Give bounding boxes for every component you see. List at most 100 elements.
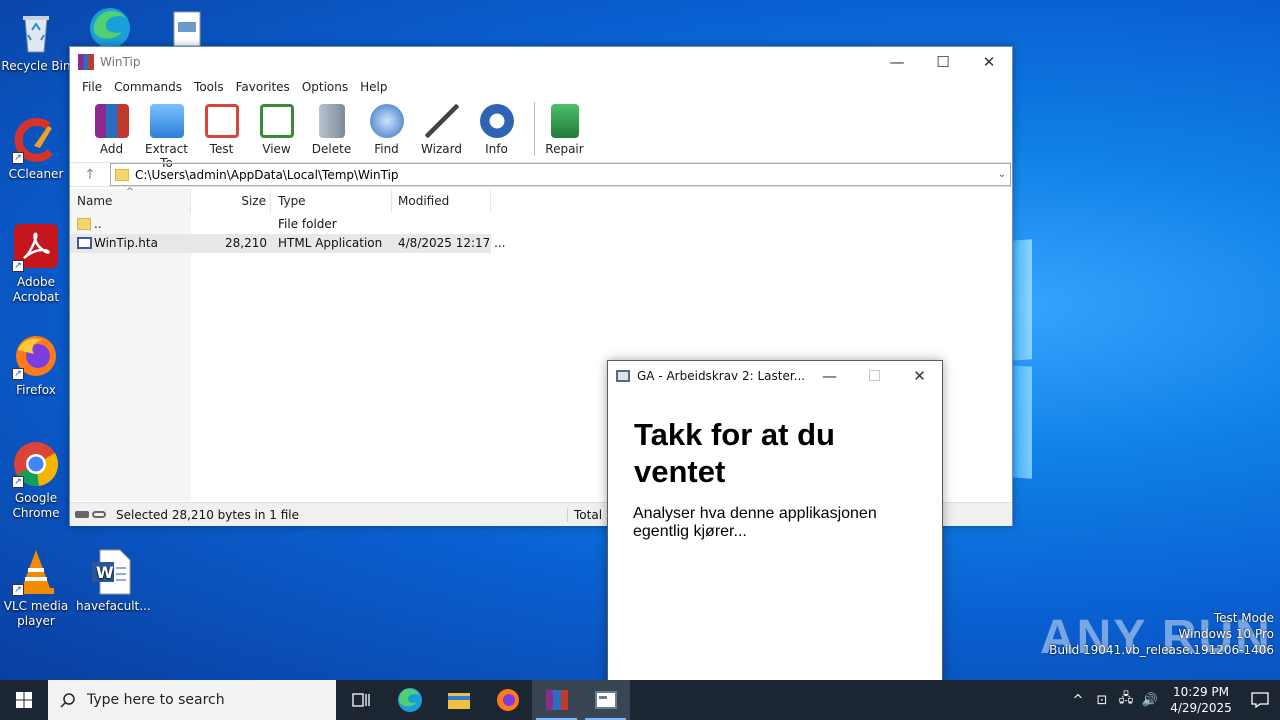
extract-folder-icon (149, 104, 184, 138)
desktop-icon-label: Adobe Acrobat (12, 275, 60, 304)
chevron-down-icon[interactable]: ⌄ (994, 169, 1010, 180)
task-view-icon (351, 693, 370, 707)
file-size: 28,210 (225, 236, 267, 250)
taskbar-winrar[interactable] (532, 680, 581, 720)
clock-date: 4/29/2025 (1170, 701, 1232, 715)
winrar-app-icon (78, 53, 94, 70)
column-header-label: Type (278, 194, 306, 208)
shortcut-arrow-icon: ↗ (12, 368, 24, 380)
desktop-icon-recycle-bin[interactable]: Recycle Bin (0, 8, 72, 74)
chevron-up-icon[interactable]: ^ (1066, 693, 1090, 708)
path-field[interactable]: C:\Users\admin\AppData\Local\Temp\WinTip… (110, 163, 1011, 186)
popup-titlebar[interactable]: GA - Arbeidskrav 2: Laster... — ☐ ✕ (608, 361, 942, 391)
column-header-modified[interactable]: Modified (392, 189, 491, 213)
firefox-icon: ↗ (12, 332, 60, 380)
menu-favorites[interactable]: Favorites (230, 80, 296, 94)
acrobat-icon: ↗ (12, 224, 60, 272)
column-header-label: Size (241, 194, 266, 208)
add-archive-icon (94, 104, 129, 138)
shortcut-arrow-icon: ↗ (12, 260, 24, 272)
start-button[interactable] (0, 680, 48, 720)
taskbar-search-box[interactable]: Type here to search (48, 680, 336, 720)
column-header-type[interactable]: Type (271, 189, 392, 213)
desktop-icon-google-chrome[interactable]: ↗ Google Chrome (0, 440, 72, 521)
desktop-icon-adobe-acrobat[interactable]: ↗ Adobe Acrobat (0, 224, 72, 305)
file-name: WinTip.hta (94, 236, 158, 250)
info-icon (479, 104, 514, 138)
column-header-name[interactable]: Name ^ (70, 187, 191, 213)
taskbar-file-explorer[interactable] (434, 680, 483, 720)
desktop-icon-label: havefacult... (76, 599, 151, 613)
list-item[interactable]: WinTip.hta 28,210 HTML Application 4/8/2… (70, 234, 506, 253)
add-button[interactable]: Add (84, 102, 139, 156)
winrar-titlebar[interactable]: WinTip — ☐ ✕ (70, 47, 1012, 76)
minimize-button[interactable]: — (807, 361, 852, 391)
desktop-icon-ccleaner[interactable]: ↗ CCleaner (0, 116, 72, 182)
firefox-icon (496, 689, 519, 711)
menu-file[interactable]: File (76, 80, 108, 94)
ccleaner-icon: ↗ (12, 116, 60, 164)
clock[interactable]: 10:29 PM 4/29/2025 (1162, 684, 1240, 716)
key-icon (92, 511, 106, 518)
list-item[interactable]: .. File folder (70, 215, 491, 234)
desktop-icon-label: Recycle Bin (1, 59, 71, 73)
desktop-icon-word-document[interactable]: W havefacult... (76, 548, 151, 614)
desktop-icon-label: Firefox (16, 383, 56, 397)
menu-tools[interactable]: Tools (188, 80, 230, 94)
repair-button[interactable]: Repair (537, 102, 592, 156)
maximize-button[interactable]: ☐ (920, 47, 966, 76)
menu-help[interactable]: Help (354, 80, 393, 94)
file-type: File folder (278, 217, 337, 231)
delete-button[interactable]: Delete (304, 102, 359, 156)
menu-commands[interactable]: Commands (108, 80, 188, 94)
system-tray: ^ ⊡ 🖧 🔊 10:29 PM 4/29/2025 (1066, 680, 1280, 720)
window-title: WinTip (100, 54, 141, 69)
desktop-icon-vlc[interactable]: ↗ VLC media player (0, 548, 72, 629)
column-header-size[interactable]: Size (191, 189, 271, 213)
edge-icon (397, 688, 422, 712)
delete-trash-icon (318, 104, 345, 138)
close-button[interactable]: ✕ (966, 47, 1012, 76)
file-type: HTML Application (278, 236, 383, 250)
extract-to-button[interactable]: Extract To (139, 102, 194, 170)
desktop-icon-firefox[interactable]: ↗ Firefox (0, 332, 72, 398)
folder-icon (115, 168, 129, 181)
word-document-icon: W (88, 548, 136, 596)
task-view-button[interactable] (336, 680, 385, 720)
search-placeholder: Type here to search (87, 692, 225, 708)
maximize-button[interactable]: ☐ (852, 361, 897, 391)
menu-bar: File Commands Tools Favorites Options He… (70, 76, 1012, 98)
toolbar-separator (534, 102, 535, 156)
find-magnifier-icon (369, 104, 404, 138)
find-button[interactable]: Find (359, 102, 414, 156)
network-adapter-icon[interactable]: ⊡ (1090, 693, 1114, 708)
hta-popup-window: GA - Arbeidskrav 2: Laster... — ☐ ✕ Takk… (607, 360, 943, 702)
minimize-button[interactable]: — (874, 47, 920, 76)
svg-text:W: W (96, 563, 114, 582)
up-arrow-icon[interactable]: ↑ (70, 167, 110, 183)
taskbar-hta-window[interactable] (581, 680, 630, 720)
notification-icon[interactable] (1240, 692, 1280, 708)
taskbar: Type here to search ^ ⊡ 🖧 🔊 10:29 PM 4/2… (0, 680, 1280, 720)
watermark-line: Test Mode (1213, 611, 1274, 625)
view-button[interactable]: View (249, 102, 304, 156)
wizard-button[interactable]: Wizard (414, 102, 469, 156)
repair-kit-icon (550, 104, 579, 138)
network-icon[interactable]: 🖧 (1114, 689, 1138, 711)
close-button[interactable]: ✕ (897, 361, 942, 391)
volume-icon[interactable]: 🔊 (1138, 693, 1162, 708)
taskbar-firefox[interactable] (483, 680, 532, 720)
sort-ascending-icon: ^ (126, 187, 134, 197)
toolbar: Add Extract To Test View Delete Find Wiz… (70, 98, 1012, 170)
taskbar-edge[interactable] (385, 680, 434, 720)
test-button[interactable]: Test (194, 102, 249, 156)
windows-test-mode-watermark: Test Mode Windows 10 Pro Build 19041.vb_… (1049, 610, 1274, 658)
column-header-label: Modified (398, 194, 450, 208)
toolbar-label: Delete (311, 142, 352, 156)
file-explorer-icon (447, 693, 470, 709)
toolbar-label: Add (99, 142, 124, 156)
info-button[interactable]: Info (469, 102, 524, 156)
chrome-icon: ↗ (12, 440, 60, 488)
menu-options[interactable]: Options (296, 80, 354, 94)
hta-app-icon (616, 370, 630, 382)
